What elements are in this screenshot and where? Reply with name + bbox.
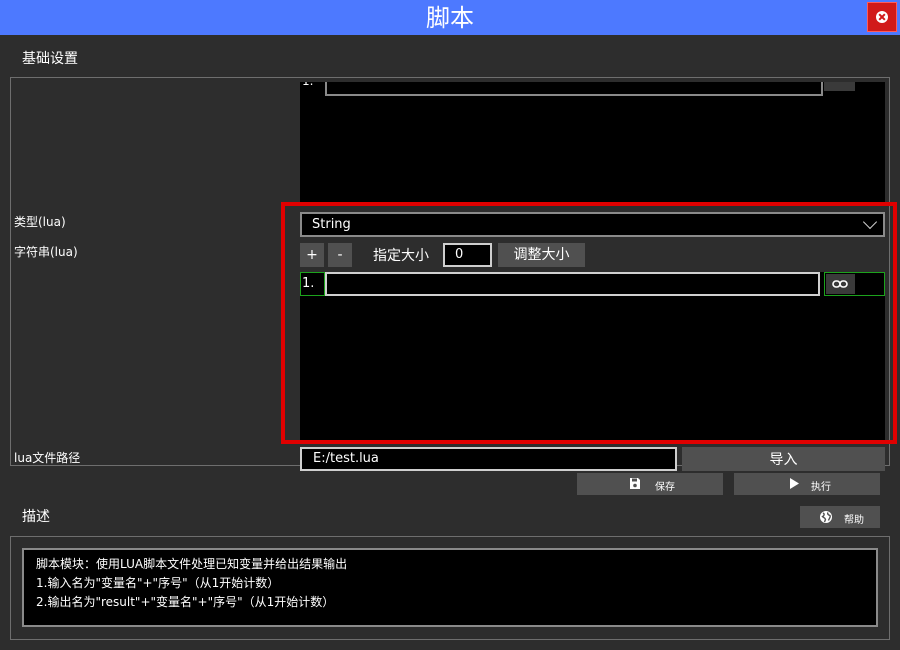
help-button[interactable]: 帮助 (800, 506, 880, 528)
string-label: 字符串(lua) (14, 245, 78, 259)
play-icon (790, 478, 799, 489)
description-text: 脚本模块：使用LUA脚本文件处理已知变量并给出结果输出 1.输入名为"变量名"+… (22, 548, 878, 627)
run-button[interactable]: 执行 (734, 473, 880, 495)
help-label: 帮助 (844, 515, 864, 526)
lua-path-input[interactable]: E:/test.lua (300, 447, 677, 471)
save-icon (630, 478, 640, 489)
lua-path-label: lua文件路径 (14, 451, 81, 465)
basic-settings-title: 基础设置 (22, 51, 78, 67)
highlight-box (281, 202, 897, 444)
partial-row-number: 1. (302, 82, 313, 88)
scrolled-list-area[interactable]: 1. (300, 82, 885, 202)
run-label: 执行 (811, 482, 831, 493)
description-title: 描述 (22, 509, 50, 525)
save-label: 保存 (655, 482, 675, 493)
description-line-1: 脚本模块：使用LUA脚本文件处理已知变量并给出结果输出 (36, 557, 348, 571)
close-icon (876, 11, 888, 23)
partial-link-button[interactable] (824, 82, 855, 91)
save-button[interactable]: 保存 (577, 473, 723, 495)
globe-icon (820, 511, 832, 523)
description-line-2: 1.输入名为"变量名"+"序号"（从1开始计数） (36, 576, 280, 590)
type-label: 类型(lua) (14, 215, 66, 229)
window-title: 脚本 (426, 4, 474, 32)
close-button[interactable] (867, 2, 897, 32)
import-button[interactable]: 导入 (682, 447, 885, 471)
description-line-3: 2.输出名为"result"+"变量名"+"序号"（从1开始计数） (36, 595, 335, 609)
partial-row-input[interactable] (325, 82, 823, 96)
